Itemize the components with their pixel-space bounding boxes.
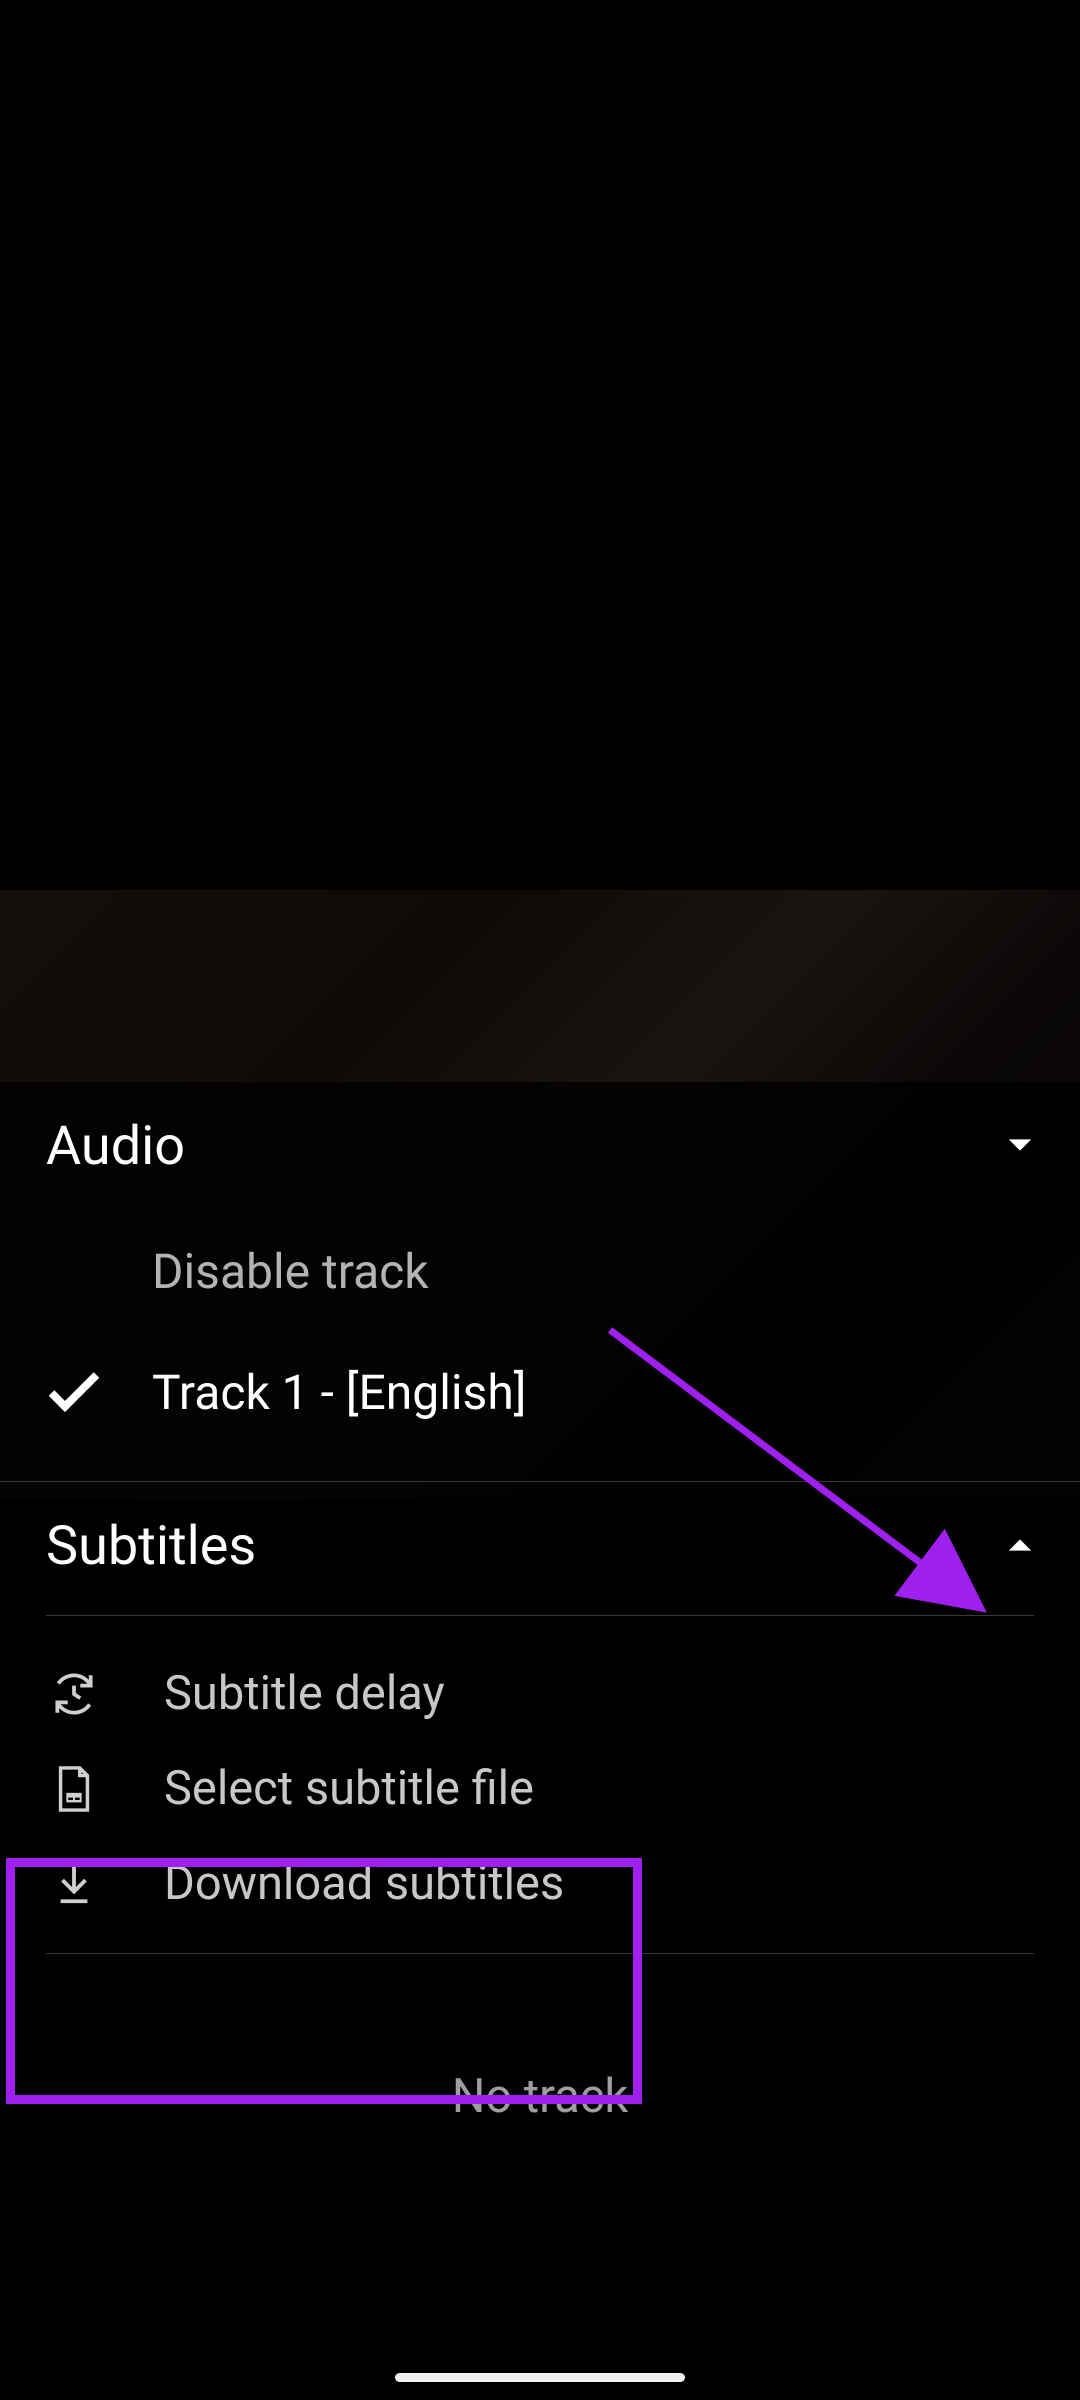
tracks-panel: Audio Disable track Track 1 - [English] … bbox=[0, 1082, 1080, 2184]
audio-section-header[interactable]: Audio bbox=[0, 1082, 1080, 1211]
audio-disable-label: Disable track bbox=[152, 1243, 429, 1300]
download-subtitles-option[interactable]: Download subtitles bbox=[0, 1836, 1080, 1931]
subtitles-section-title: Subtitles bbox=[46, 1515, 256, 1578]
caret-up-icon bbox=[1006, 1536, 1034, 1558]
check-icon bbox=[46, 1372, 102, 1414]
download-subtitles-label: Download subtitles bbox=[164, 1856, 564, 1911]
audio-disable-track[interactable]: Disable track bbox=[0, 1211, 1080, 1332]
subtitle-delay-option[interactable]: Subtitle delay bbox=[0, 1646, 1080, 1741]
home-indicator[interactable] bbox=[395, 2373, 685, 2382]
subtitle-delay-label: Subtitle delay bbox=[164, 1666, 445, 1721]
subtitles-section-header[interactable]: Subtitles bbox=[0, 1482, 1080, 1611]
file-subtitle-icon bbox=[46, 1764, 102, 1814]
no-track-message: No track bbox=[0, 1954, 1080, 2184]
audio-track-1[interactable]: Track 1 - [English] bbox=[0, 1332, 1080, 1453]
download-icon bbox=[46, 1859, 102, 1909]
select-subtitle-file-label: Select subtitle file bbox=[164, 1761, 534, 1816]
audio-track-1-label: Track 1 - [English] bbox=[152, 1364, 526, 1421]
caret-down-icon bbox=[1006, 1136, 1034, 1158]
audio-section-title: Audio bbox=[46, 1115, 185, 1178]
select-subtitle-file-option[interactable]: Select subtitle file bbox=[0, 1741, 1080, 1836]
sync-icon bbox=[46, 1669, 102, 1719]
